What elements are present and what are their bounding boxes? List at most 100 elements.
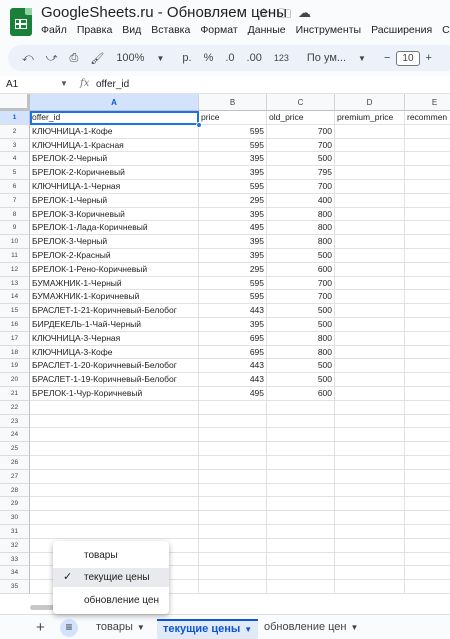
table-cell[interactable] — [405, 359, 450, 374]
menu-item[interactable]: Расширения — [371, 24, 432, 40]
chevron-down-icon[interactable]: ▼ — [244, 625, 252, 634]
cloud-saved-icon[interactable]: ☁ — [298, 5, 311, 21]
redo-icon[interactable]: ⤻ — [40, 52, 64, 65]
table-cell[interactable] — [335, 538, 405, 553]
table-cell[interactable] — [335, 207, 405, 222]
row-header[interactable]: 33 — [0, 552, 30, 567]
table-cell[interactable] — [199, 414, 267, 429]
table-cell[interactable]: БРЕЛОК-1-Лада-Коричневый — [30, 221, 199, 236]
table-cell[interactable] — [405, 152, 450, 167]
table-cell[interactable] — [405, 401, 450, 415]
table-cell[interactable] — [30, 525, 199, 539]
table-cell[interactable]: БИРДЕКЕЛЬ-1-Чай-Черный — [30, 318, 199, 332]
table-cell[interactable] — [405, 263, 450, 277]
table-cell[interactable]: 443 — [199, 304, 267, 318]
sheets-menu-item[interactable]: обновление цен — [53, 591, 169, 610]
table-cell[interactable] — [267, 525, 335, 539]
menu-item[interactable]: Вставка — [151, 24, 190, 40]
more-formats-button[interactable]: 123 — [268, 53, 295, 63]
table-cell[interactable] — [335, 152, 405, 167]
table-cell[interactable]: 700 — [267, 290, 335, 305]
table-cell[interactable] — [335, 304, 405, 318]
menu-item[interactable]: Правка — [77, 24, 112, 40]
table-cell[interactable] — [405, 511, 450, 525]
table-cell[interactable] — [267, 469, 335, 484]
formula-input[interactable]: offer_id — [96, 79, 129, 90]
table-cell[interactable]: 500 — [267, 304, 335, 318]
font-size-decrease-button[interactable]: − — [378, 52, 396, 64]
table-cell[interactable] — [199, 538, 267, 553]
increase-decimal-button[interactable]: .00 — [241, 52, 268, 64]
table-cell[interactable] — [405, 428, 450, 443]
table-cell[interactable] — [405, 566, 450, 581]
table-cell[interactable]: premium_price — [335, 111, 405, 125]
fill-handle[interactable] — [196, 122, 202, 128]
sheets-logo-icon[interactable] — [10, 8, 32, 36]
table-cell[interactable] — [335, 166, 405, 180]
table-cell[interactable] — [405, 332, 450, 346]
row-header[interactable]: 35 — [0, 580, 30, 594]
table-cell[interactable]: 295 — [199, 262, 267, 277]
sheets-menu-item[interactable]: ✓ текущие цены — [53, 568, 169, 587]
row-header[interactable]: 4 — [0, 152, 30, 167]
table-cell[interactable] — [335, 235, 405, 249]
chevron-down-icon[interactable]: ▼ — [137, 623, 145, 632]
table-cell[interactable] — [405, 373, 450, 387]
table-cell[interactable]: 295 — [199, 193, 267, 208]
table-cell[interactable] — [267, 428, 335, 443]
table-cell[interactable] — [405, 304, 450, 318]
table-cell[interactable] — [335, 497, 405, 512]
table-cell[interactable] — [267, 456, 335, 470]
table-cell[interactable]: 695 — [199, 345, 267, 360]
table-cell[interactable]: 395 — [199, 318, 267, 332]
table-cell[interactable] — [405, 442, 450, 456]
table-cell[interactable]: КЛЮЧНИЦА-1-Черная — [30, 180, 199, 194]
table-cell[interactable] — [405, 235, 450, 249]
table-cell[interactable] — [199, 525, 267, 539]
table-cell[interactable]: 395 — [199, 235, 267, 249]
menu-item[interactable]: Инструменты — [296, 24, 361, 40]
row-header[interactable]: 8 — [0, 207, 30, 222]
table-cell[interactable] — [335, 249, 405, 263]
table-cell[interactable]: 500 — [267, 359, 335, 374]
table-cell[interactable]: 595 — [199, 138, 267, 153]
table-cell[interactable]: БУМАЖНИК-1-Коричневый — [30, 290, 199, 305]
all-sheets-menu-icon[interactable]: ≡ — [60, 619, 78, 637]
zoom-select[interactable]: 100% — [110, 52, 150, 64]
table-cell[interactable]: 400 — [267, 193, 335, 208]
table-cell[interactable] — [335, 359, 405, 374]
table-cell[interactable]: 595 — [199, 290, 267, 305]
row-header[interactable]: 12 — [0, 262, 30, 277]
table-cell[interactable] — [335, 400, 405, 415]
table-cell[interactable]: 500 — [267, 373, 335, 387]
table-cell[interactable]: recommen — [405, 111, 450, 125]
table-cell[interactable] — [199, 511, 267, 525]
table-cell[interactable] — [335, 262, 405, 277]
table-cell[interactable] — [405, 166, 450, 180]
row-header[interactable]: 7 — [0, 193, 30, 208]
table-cell[interactable] — [30, 469, 199, 484]
row-header[interactable]: 15 — [0, 304, 30, 318]
table-cell[interactable]: 600 — [267, 262, 335, 277]
table-cell[interactable]: 695 — [199, 331, 267, 346]
table-cell[interactable] — [405, 415, 450, 429]
row-header[interactable]: 18 — [0, 345, 30, 360]
table-cell[interactable]: БУМАЖНИК-1-Черный — [30, 276, 199, 291]
table-cell[interactable] — [405, 180, 450, 194]
row-header[interactable]: 17 — [0, 331, 30, 346]
table-cell[interactable]: 495 — [199, 387, 267, 401]
currency-format-button[interactable]: р. — [176, 52, 197, 64]
table-cell[interactable]: БРЕЛОК-3-Черный — [30, 235, 199, 249]
chevron-down-icon[interactable]: ▼ — [60, 79, 68, 88]
table-cell[interactable] — [199, 469, 267, 484]
table-cell[interactable] — [335, 180, 405, 194]
row-header[interactable]: 25 — [0, 442, 30, 456]
table-cell[interactable]: 395 — [199, 249, 267, 263]
table-cell[interactable] — [199, 400, 267, 415]
font-select[interactable]: По ум... — [301, 52, 352, 64]
table-cell[interactable] — [267, 414, 335, 429]
table-cell[interactable] — [335, 456, 405, 470]
row-header[interactable]: 6 — [0, 180, 30, 194]
table-cell[interactable] — [335, 124, 405, 139]
menu-item[interactable]: Формат — [200, 24, 237, 40]
